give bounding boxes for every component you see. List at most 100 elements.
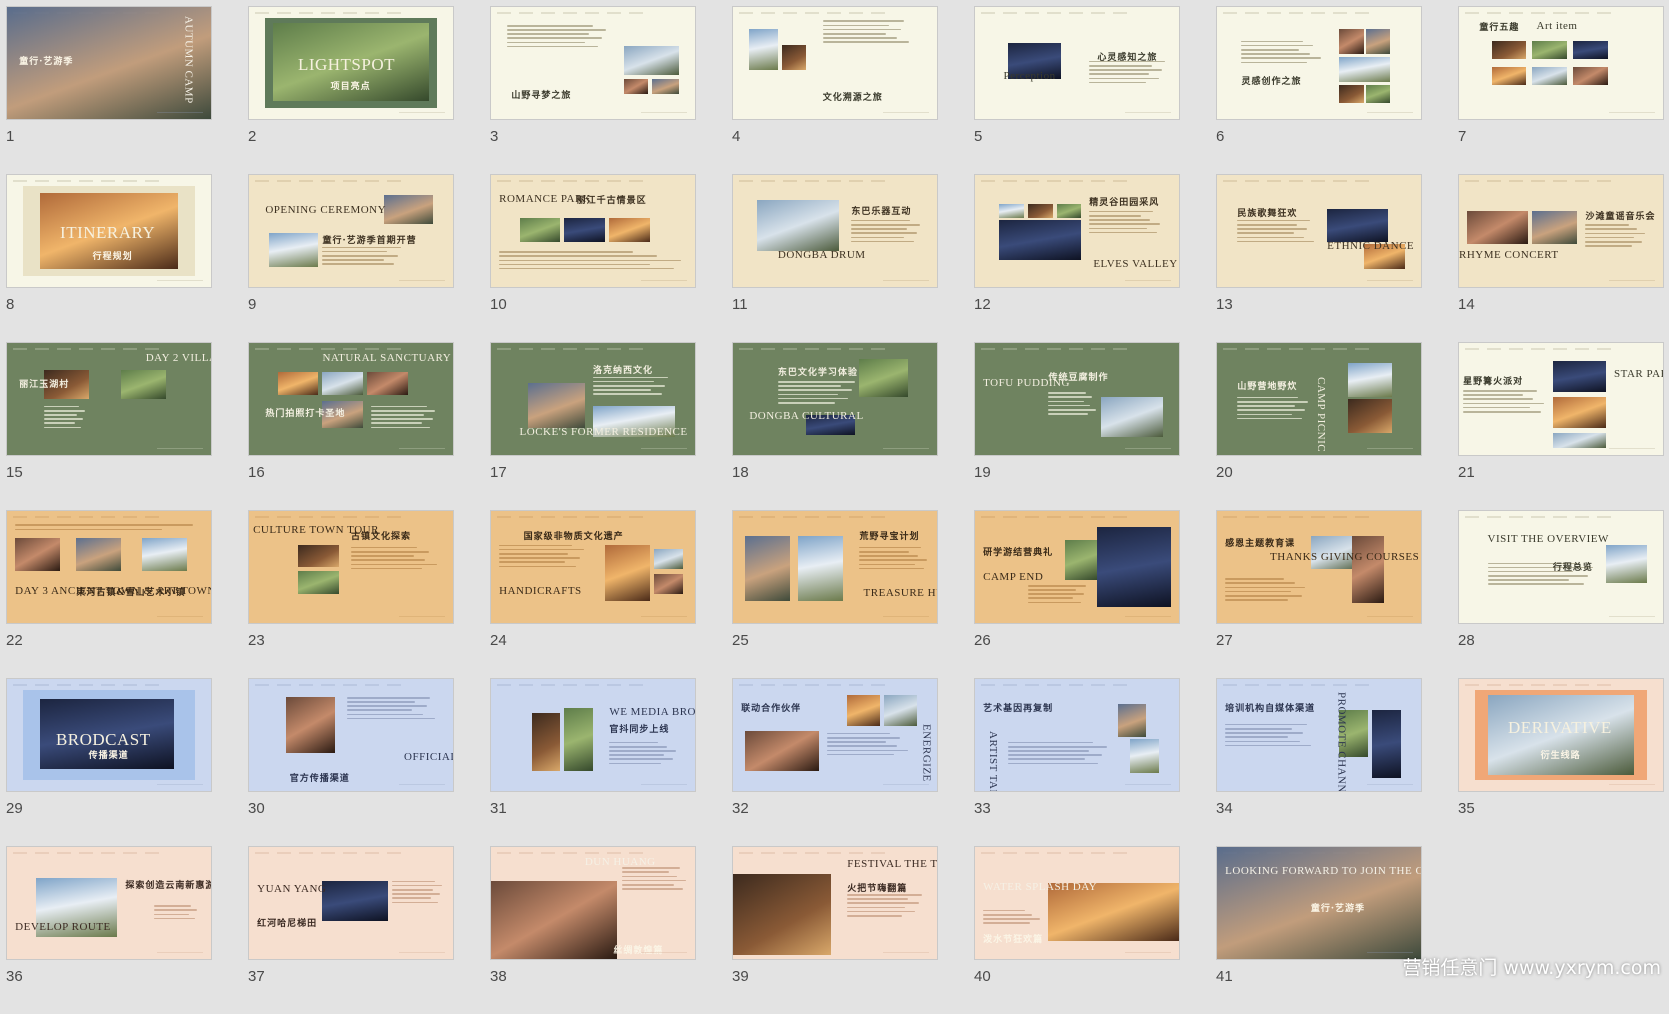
slide-thumbnail[interactable]: NATURAL SANCTUARY 热门拍照打卡圣地	[248, 342, 454, 456]
slide-body-text-lines	[507, 24, 609, 56]
slide-thumbnail[interactable]: RHYME CONCERT 沙滩童谣音乐会	[1458, 174, 1664, 288]
slide-footer-rule	[1367, 112, 1413, 113]
slide-thumbnail[interactable]: LIGHTSPOT 项目亮点	[248, 6, 454, 120]
slide-thumbnail[interactable]: DUN HUANG 丝绸敦煌篇	[490, 846, 696, 960]
slide-body-text-lines	[609, 741, 678, 771]
slide-thumbnail[interactable]: DERIVATIVE 衍生线路	[1458, 678, 1664, 792]
slide-body-text-lines	[1241, 40, 1323, 63]
slide-thumbnail-cell: DERIVATIVE 衍生线路 35	[1458, 678, 1664, 846]
slide-footer-rule	[157, 448, 203, 449]
slide-thumbnail[interactable]: DONGBA CULTURAL 东巴文化学习体验	[732, 342, 938, 456]
slide-thumbnail[interactable]: 灵感创作之旅	[1216, 6, 1422, 120]
slide-footer-rule	[157, 280, 203, 281]
slide-header-rule	[1223, 348, 1373, 350]
slide-thumbnail[interactable]: VISIT THE OVERVIEW 行程总览	[1458, 510, 1664, 624]
slide-photo	[564, 708, 593, 771]
slide-photo	[285, 696, 335, 753]
slide-thumbnail[interactable]: 文化溯源之旅	[732, 6, 938, 120]
slide-photo	[1491, 67, 1527, 86]
slide-thumbnail[interactable]: CAMP END 研学游结营典礼	[974, 510, 1180, 624]
slide-photo	[564, 217, 606, 243]
slide-header-rule	[739, 852, 889, 854]
slide-thumbnail[interactable]: THANKS GIVING COURSES 感恩主题教育课	[1216, 510, 1422, 624]
slide-heading-cn: 文化溯源之旅	[822, 92, 883, 103]
slide-thumbnail[interactable]: ARTIST TALENT 艺术基因再复制	[974, 678, 1180, 792]
slide-title: THANKS GIVING COURSES	[1270, 551, 1420, 564]
slide-thumbnail[interactable]: DONGBA DRUM 东巴乐器互动	[732, 174, 938, 288]
slide-photo	[757, 199, 840, 252]
slide-thumbnail[interactable]: OFFICIAL MEDIA 官方传播渠道	[248, 678, 454, 792]
slide-thumbnail-cell: AUTUMN CAMP 童行·艺游季 1	[6, 6, 212, 174]
slide-photo	[1532, 210, 1578, 245]
slide-thumbnail[interactable]: DEVELOP ROUTE 探索创造云南新惠游	[6, 846, 212, 960]
slide-photo	[1532, 67, 1568, 86]
slide-footer-rule	[399, 616, 445, 617]
slide-title: HANDICRAFTS	[499, 584, 582, 597]
slide-body-text-lines	[1089, 210, 1162, 240]
slide-heading-cn: 童行·艺游季首期开营	[322, 236, 417, 247]
slide-photo	[491, 880, 618, 959]
slide-thumbnail[interactable]: FESTIVAL THE TORCH 火把节嗨翻篇	[732, 846, 938, 960]
slide-thumbnail[interactable]: PROMOTE CHANNELS 培训机构自媒体渠道	[1216, 678, 1422, 792]
slide-thumbnail[interactable]: ELVES VALLEY 精灵谷田园采风	[974, 174, 1180, 288]
slide-photo	[1573, 40, 1608, 59]
slide-photo	[1028, 204, 1053, 218]
slide-footer-rule	[1609, 280, 1655, 281]
slide-heading-cn: 洛克纳西文化	[593, 366, 654, 377]
slide-thumbnail[interactable]: CAMP PICNIC 山野营地野炊	[1216, 342, 1422, 456]
slide-thumbnail[interactable]: 山野寻梦之旅	[490, 6, 696, 120]
slide-thumbnail[interactable]: AUTUMN CAMP 童行·艺游季	[6, 6, 212, 120]
slide-thumbnail[interactable]: BRODCAST 传播渠道	[6, 678, 212, 792]
slide-thumbnail[interactable]: Art item 童行五趣	[1458, 6, 1664, 120]
slide-thumbnail[interactable]: YUAN YANG 红河哈尼梯田	[248, 846, 454, 960]
slide-number: 27	[1216, 632, 1233, 649]
slide-title: DERIVATIVE	[1507, 718, 1612, 738]
slide-thumbnail[interactable]: TOFU PUDDING 传统豆腐制作	[974, 342, 1180, 456]
slide-body-text-lines	[1089, 60, 1167, 86]
slide-heading-cn: 培训机构自媒体渠道	[1225, 704, 1316, 715]
slide-header-rule	[255, 348, 405, 350]
slide-heading-cn: 东巴文化学习体验	[777, 368, 858, 379]
slide-thumbnail[interactable]: Perception 心灵感知之旅	[974, 6, 1180, 120]
slide-photo	[1097, 526, 1171, 608]
slide-photo	[1130, 739, 1159, 774]
slide-footer-rule	[1125, 448, 1171, 449]
slide-thumbnail[interactable]: DAY 3 ANCIENT TOWN & ART TOWN 束河古镇&雪山艺术小镇	[6, 510, 212, 624]
slide-heading-cn: 传统豆腐制作	[1048, 372, 1109, 383]
slide-thumbnail[interactable]: LOOKING FORWARD TO JOIN THE CAMP 童行·艺游季	[1216, 846, 1422, 960]
slide-thumbnail[interactable]: HANDICRAFTS 国家级非物质文化遗产	[490, 510, 696, 624]
slide-number: 21	[1458, 464, 1475, 481]
slide-footer-rule	[157, 784, 203, 785]
slide-thumbnail-cell: HANDICRAFTS 国家级非物质文化遗产 24	[490, 510, 696, 678]
slide-thumbnail[interactable]: CULTURE TOWN TOUR 古镇文化探索	[248, 510, 454, 624]
slide-thumbnail-cell: 灵感创作之旅 6	[1216, 6, 1422, 174]
slide-thumbnail[interactable]: ETHNIC DANCE 民族歌舞狂欢	[1216, 174, 1422, 288]
slide-photo	[527, 383, 585, 429]
slide-title: Art item	[1536, 20, 1578, 33]
slide-thumbnail[interactable]: ITINERARY 行程规划	[6, 174, 212, 288]
slide-thumbnail[interactable]: ENERGIZE 联动合作伙伴	[732, 678, 938, 792]
slide-number: 32	[732, 800, 749, 817]
slide-thumbnail-cell: OFFICIAL MEDIA 官方传播渠道 30	[248, 678, 454, 846]
slide-thumbnail-cell: PROMOTE CHANNELS 培训机构自媒体渠道 34	[1216, 678, 1422, 846]
slide-thumbnail[interactable]: OPENING CEREMONY 童行·艺游季首期开营	[248, 174, 454, 288]
slide-header-rule	[1465, 180, 1615, 182]
slide-thumbnail[interactable]: STAR PARTY 星野篝火派对	[1458, 342, 1664, 456]
slide-number: 9	[248, 296, 257, 313]
slide-body-text-lines	[1585, 224, 1646, 247]
slide-thumbnail[interactable]: WATER SPLASH DAY 泼水节狂欢篇	[974, 846, 1180, 960]
slide-photo	[1339, 85, 1364, 104]
slide-thumbnail-cell: STAR PARTY 星野篝火派对 21	[1458, 342, 1664, 510]
slide-thumbnail-cell: DONGBA DRUM 东巴乐器互动 11	[732, 174, 938, 342]
slide-thumbnail[interactable]: WE MEDIA BRODCAST 官抖同步上线	[490, 678, 696, 792]
slide-thumbnail[interactable]: ROMANCE PARK 丽江千古情景区	[490, 174, 696, 288]
slide-heading-cn: 官抖同步上线	[609, 724, 670, 735]
slide-header-rule	[739, 348, 889, 350]
slide-footer-rule	[399, 448, 445, 449]
slide-thumbnail-cell: WATER SPLASH DAY 泼水节狂欢篇 40	[974, 846, 1180, 1014]
slide-body-text-lines	[391, 880, 445, 926]
slide-thumbnail[interactable]: TREASURE HUNT 荒野寻宝计划	[732, 510, 938, 624]
slide-thumbnail[interactable]: DAY 2 VILLAGE 丽江玉湖村	[6, 342, 212, 456]
slide-number: 8	[6, 296, 15, 313]
slide-thumbnail[interactable]: LOCKE'S FORMER RESIDENCE 洛克纳西文化	[490, 342, 696, 456]
